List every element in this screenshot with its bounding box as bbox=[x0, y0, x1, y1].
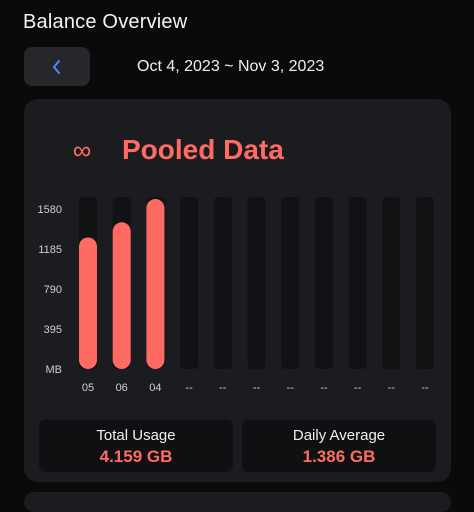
data-bar-06[interactable] bbox=[112, 222, 131, 369]
daily-average-value: 1.386 GB bbox=[302, 447, 376, 466]
page-title: Balance Overview bbox=[23, 11, 188, 33]
bar-track bbox=[416, 197, 434, 369]
x-tick-label: 06 bbox=[116, 382, 128, 394]
daily-average-box: Daily Average 1.386 GB bbox=[242, 420, 436, 472]
total-usage-box: Total Usage 4.159 GB bbox=[39, 420, 233, 472]
chevron-left-icon bbox=[53, 59, 60, 74]
x-tick-label: -- bbox=[421, 382, 429, 394]
bar-track bbox=[213, 197, 232, 369]
pooled-data-card: ∞ Pooled Data MB 395 790 1185 1580 05 06 04 -- --… bbox=[24, 99, 451, 482]
back-button[interactable] bbox=[24, 47, 90, 86]
x-tick-label: -- bbox=[388, 382, 396, 394]
y-tick-label: 1580 bbox=[38, 204, 62, 216]
data-bar-04[interactable] bbox=[146, 199, 165, 369]
bar-track bbox=[180, 197, 199, 369]
y-tick-label: MB bbox=[46, 364, 63, 376]
total-usage-value: 4.159 GB bbox=[99, 447, 173, 466]
y-tick-label: 1185 bbox=[38, 244, 62, 256]
date-range[interactable]: Oct 4, 2023 ~ Nov 3, 2023 bbox=[137, 58, 324, 76]
next-card-edge bbox=[24, 492, 451, 512]
bar-track bbox=[314, 197, 333, 369]
daily-average-label: Daily Average bbox=[292, 427, 386, 444]
x-tick-label: 04 bbox=[149, 382, 161, 394]
y-tick-label: 395 bbox=[44, 324, 62, 336]
data-bar-05[interactable] bbox=[79, 237, 97, 369]
usage-bar-chart: MB 395 790 1185 1580 05 06 04 -- -- -- -- -- -- -- -- bbox=[38, 197, 434, 394]
y-tick-label: 790 bbox=[44, 284, 62, 296]
bar-track bbox=[348, 197, 367, 369]
x-tick-label: -- bbox=[354, 382, 362, 394]
x-tick-label: -- bbox=[320, 382, 328, 394]
x-tick-label: 05 bbox=[82, 382, 94, 394]
bar-track bbox=[281, 197, 300, 369]
x-tick-label: -- bbox=[219, 382, 227, 394]
x-tick-label: -- bbox=[287, 382, 295, 394]
x-tick-label: -- bbox=[253, 382, 261, 394]
bar-track bbox=[247, 197, 266, 369]
bar-track bbox=[382, 197, 401, 369]
total-usage-label: Total Usage bbox=[96, 427, 176, 444]
x-tick-label: -- bbox=[185, 382, 193, 394]
